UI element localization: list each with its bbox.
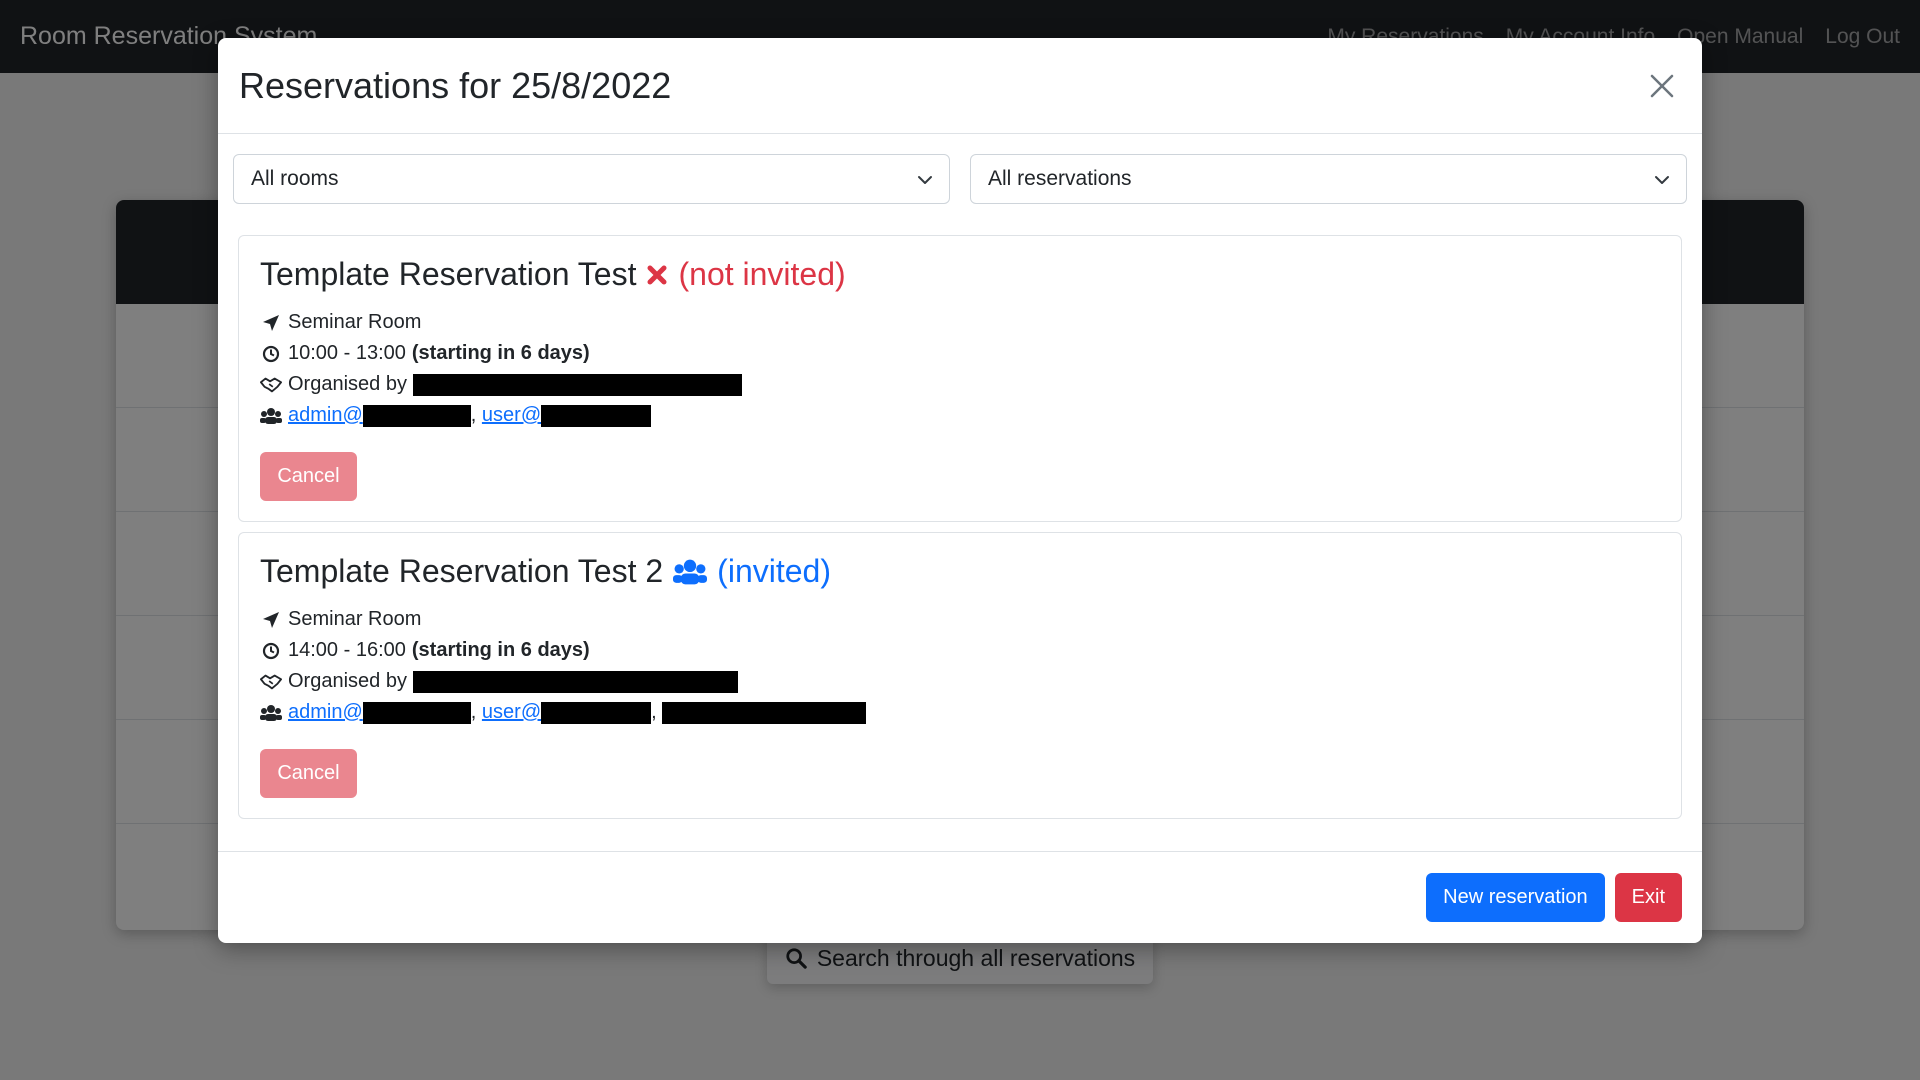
x-icon [647,265,667,284]
clock-icon [262,345,280,362]
attendee-link[interactable]: admin@ [288,400,363,431]
handshake-icon [260,674,282,689]
reservation-title-row: Template Reservation Test 2 (invited) [260,553,1660,590]
cancel-reservation-button[interactable]: Cancel [260,452,357,501]
attendee-link[interactable]: admin@ [288,697,363,728]
attendee-link[interactable]: user@ [482,400,541,431]
organiser-line: Organised by [260,369,1660,400]
room-line: Seminar Room [260,307,1660,338]
users-icon [673,559,708,584]
close-button[interactable] [1642,66,1682,106]
reservation-time: 14:00 - 16:00 [288,639,406,661]
attendees-line: admin@ , user@ [260,400,1660,431]
room-filter-value: All rooms [251,167,339,190]
reservation-time: 10:00 - 13:00 [288,342,406,364]
handshake-icon [260,377,282,392]
modal-footer: New reservation Exit [218,851,1702,943]
location-arrow-icon [263,611,279,628]
reservation-relative-time: (starting in 6 days) [411,639,590,661]
modal-title: Reservations for 25/8/2022 [239,64,672,106]
reservation-card: Template Reservation Test (not invited) … [238,235,1682,522]
attendees-line: admin@ , user@ , [260,697,1660,728]
reservation-relative-time: (starting in 6 days) [411,342,590,364]
redacted-attendee [362,701,471,724]
time-line: 10:00 - 13:00 (starting in 6 days) [260,338,1660,369]
chevron-down-icon [918,176,932,184]
reservation-card: Template Reservation Test 2 (invited) Se… [238,532,1682,819]
room-filter-select[interactable]: All rooms [233,154,950,204]
time-line: 14:00 - 16:00 (starting in 6 days) [260,635,1660,666]
reservation-status: (not invited) [678,256,846,292]
reservation-title: Template Reservation Test [260,256,637,292]
organiser-line: Organised by [260,666,1660,697]
reservation-room: Seminar Room [288,311,422,333]
exit-button[interactable]: Exit [1614,873,1682,922]
new-reservation-button[interactable]: New reservation [1426,873,1605,922]
reservation-room: Seminar Room [288,608,422,630]
reservation-title-row: Template Reservation Test (not invited) [260,256,1660,293]
reservation-title: Template Reservation Test 2 [260,553,664,589]
redacted-organiser [412,373,742,396]
redacted-attendee [541,404,652,427]
redacted-attendee [362,404,471,427]
organised-by-label: Organised by [288,670,407,692]
reservation-status: (invited) [717,553,831,589]
redacted-attendee [541,701,652,724]
reservations-modal: Reservations for 25/8/2022 All rooms All… [218,38,1702,943]
filters: All rooms All reservations [218,134,1702,204]
reservation-filter-value: All reservations [988,167,1132,190]
reservation-filter-select[interactable]: All reservations [970,154,1687,204]
room-line: Seminar Room [260,604,1660,635]
redacted-attendee [662,701,867,724]
users-icon [260,704,282,721]
users-icon [260,407,282,424]
redacted-organiser [412,670,738,693]
location-arrow-icon [263,314,279,331]
chevron-down-icon [1655,176,1669,184]
organised-by-label: Organised by [288,373,407,395]
modal-header: Reservations for 25/8/2022 [218,38,1702,134]
close-icon [1650,74,1674,97]
clock-icon [262,642,280,659]
attendee-link[interactable]: user@ [482,697,541,728]
cancel-reservation-button[interactable]: Cancel [260,749,357,798]
